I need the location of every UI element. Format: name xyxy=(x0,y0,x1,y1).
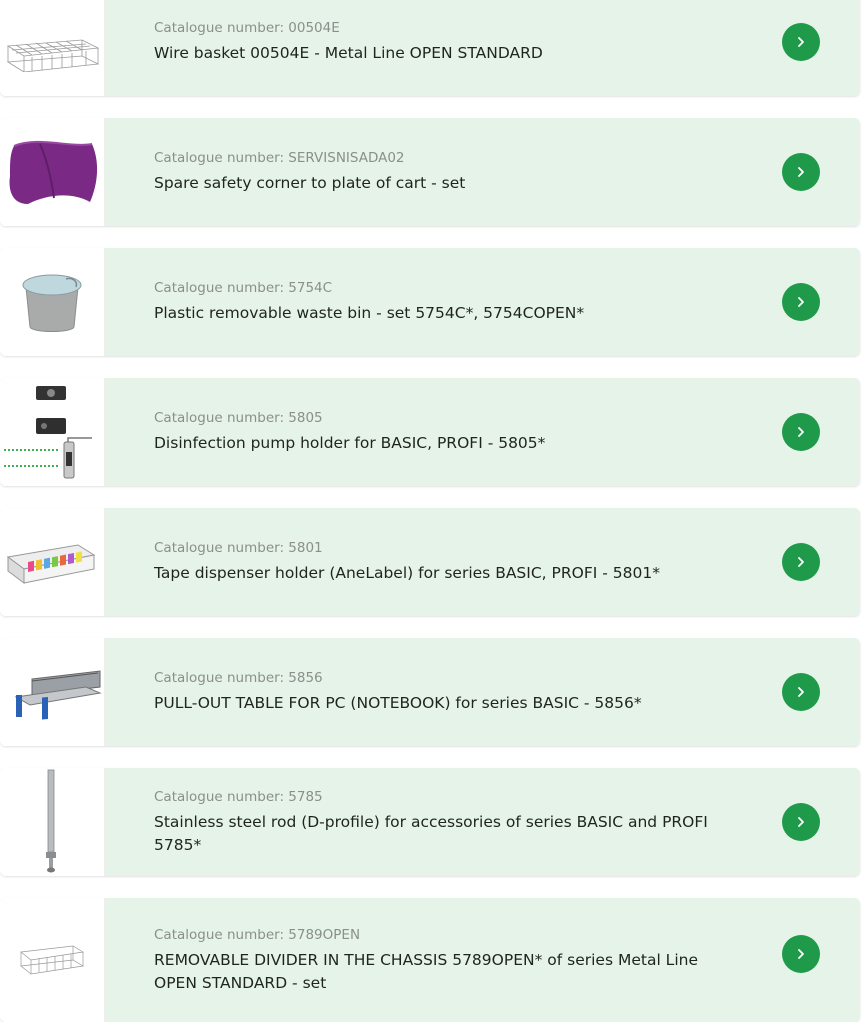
product-image-divider[interactable] xyxy=(0,898,105,1022)
product-image-safety-corner[interactable] xyxy=(0,118,105,226)
product-image-steel-rod[interactable] xyxy=(0,768,105,876)
product-card[interactable]: Catalogue number: 5785 Stainless steel r… xyxy=(0,768,860,876)
product-card[interactable]: Catalogue number: 5856 PULL-OUT TABLE FO… xyxy=(0,638,860,746)
open-product-button[interactable] xyxy=(782,283,820,321)
catalogue-number: Catalogue number: 5789OPEN xyxy=(154,926,361,943)
product-title[interactable]: Stainless steel rod (D-profile) for acce… xyxy=(154,811,740,857)
product-image-pump-holder[interactable] xyxy=(0,378,105,486)
open-product-button[interactable] xyxy=(782,803,820,841)
open-product-button[interactable] xyxy=(782,543,820,581)
chevron-right-icon xyxy=(798,687,804,697)
catalogue-number: Catalogue number: 00504E xyxy=(154,20,340,36)
open-product-button[interactable] xyxy=(782,153,820,191)
product-card[interactable]: Catalogue number: 00504E Wire basket 005… xyxy=(0,0,860,96)
product-card[interactable]: Catalogue number: 5805 Disinfection pump… xyxy=(0,378,860,486)
chevron-right-icon xyxy=(798,949,804,959)
chevron-right-icon xyxy=(798,817,804,827)
chevron-right-icon xyxy=(798,37,804,47)
catalogue-number: Catalogue number: 5856 xyxy=(154,670,323,686)
product-card[interactable]: Catalogue number: 5754C Plastic removabl… xyxy=(0,248,860,356)
product-title[interactable]: Spare safety corner to plate of cart - s… xyxy=(154,172,740,195)
open-product-button[interactable] xyxy=(782,935,820,973)
product-image-waste-bin[interactable] xyxy=(0,248,105,356)
chevron-right-icon xyxy=(798,427,804,437)
chevron-right-icon xyxy=(798,557,804,567)
product-image-wire-basket[interactable] xyxy=(0,0,105,96)
catalogue-number: Catalogue number: SERVISNISADA02 xyxy=(154,150,405,166)
chevron-right-icon xyxy=(798,167,804,177)
product-image-pull-out-table[interactable] xyxy=(0,638,105,746)
catalogue-number: Catalogue number: 5805 xyxy=(154,410,323,426)
product-title[interactable]: Tape dispenser holder (AneLabel) for ser… xyxy=(154,562,740,585)
product-title[interactable]: PULL-OUT TABLE FOR PC (NOTEBOOK) for ser… xyxy=(154,692,740,715)
chevron-right-icon xyxy=(798,297,804,307)
product-title[interactable]: Plastic removable waste bin - set 5754C*… xyxy=(154,302,740,325)
product-card[interactable]: Catalogue number: 5789OPEN REMOVABLE DIV… xyxy=(0,898,860,1022)
open-product-button[interactable] xyxy=(782,23,820,61)
catalogue-number: Catalogue number: 5785 xyxy=(154,788,323,805)
product-image-tape-dispenser[interactable] xyxy=(0,508,105,616)
product-card[interactable]: Catalogue number: SERVISNISADA02 Spare s… xyxy=(0,118,860,226)
product-card[interactable]: Catalogue number: 5801 Tape dispenser ho… xyxy=(0,508,860,616)
catalogue-number: Catalogue number: 5801 xyxy=(154,540,323,556)
product-title[interactable]: REMOVABLE DIVIDER IN THE CHASSIS 5789OPE… xyxy=(154,949,740,995)
product-title[interactable]: Wire basket 00504E - Metal Line OPEN STA… xyxy=(154,42,740,65)
product-title[interactable]: Disinfection pump holder for BASIC, PROF… xyxy=(154,432,740,455)
open-product-button[interactable] xyxy=(782,413,820,451)
open-product-button[interactable] xyxy=(782,673,820,711)
catalogue-number: Catalogue number: 5754C xyxy=(154,280,333,296)
